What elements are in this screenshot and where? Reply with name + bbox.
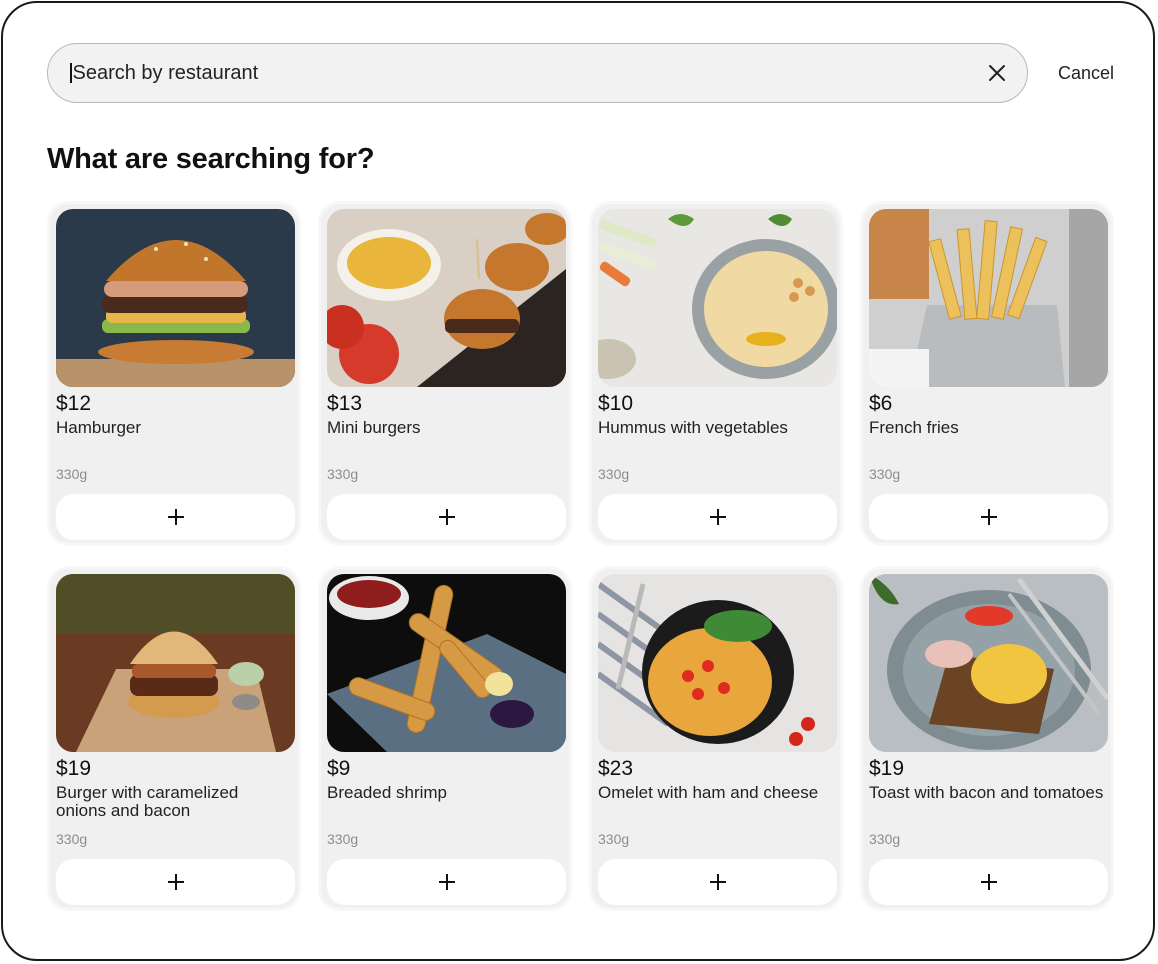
food-card[interactable]: $13 Mini burgers 330g	[318, 201, 572, 546]
item-weight: 330g	[598, 831, 630, 847]
add-to-cart-button[interactable]	[327, 494, 566, 540]
cancel-button[interactable]: Cancel	[1058, 63, 1114, 84]
plus-icon	[167, 509, 184, 525]
item-weight: 330g	[869, 466, 901, 482]
food-grid: $12 Hamburger 330g $13 Mini burgers 330g…	[47, 201, 1114, 911]
page-title: What are searching for?	[47, 143, 375, 175]
item-price: $19	[56, 757, 92, 780]
plus-icon	[709, 509, 726, 525]
item-price: $10	[598, 392, 634, 415]
food-photo-breaded-shrimp[interactable]	[327, 574, 566, 752]
plus-icon	[980, 509, 997, 525]
food-photo-omelet[interactable]	[598, 574, 837, 752]
item-name: Breaded shrimp	[327, 783, 448, 802]
item-weight: 330g	[327, 466, 359, 482]
item-weight: 330g	[598, 466, 630, 482]
food-photo-mini-burgers[interactable]	[327, 209, 566, 387]
plus-icon	[438, 874, 455, 890]
text-caret	[70, 63, 72, 83]
add-to-cart-button[interactable]	[56, 494, 295, 540]
plus-icon	[438, 509, 455, 525]
add-to-cart-button[interactable]	[598, 494, 837, 540]
plus-icon	[980, 874, 997, 890]
food-photo-toast[interactable]	[869, 574, 1108, 752]
food-photo-hamburger[interactable]	[56, 209, 295, 387]
item-name: French fries	[869, 418, 959, 437]
app-frame: Cancel What are searching for? $12 H	[1, 1, 1155, 961]
search-bar-row: Cancel	[47, 42, 1114, 104]
food-photo-caramelized-burger[interactable]	[56, 574, 295, 752]
item-weight: 330g	[56, 466, 88, 482]
food-card[interactable]: $19 Burger with caramelized onions and b…	[47, 566, 301, 911]
search-box[interactable]	[47, 43, 1028, 103]
add-to-cart-button[interactable]	[869, 494, 1108, 540]
search-input[interactable]	[72, 61, 983, 85]
item-price: $23	[598, 757, 634, 780]
item-name: Toast with bacon and tomatoes	[869, 783, 1104, 802]
food-card[interactable]: $12 Hamburger 330g	[47, 201, 301, 546]
plus-icon	[709, 874, 726, 890]
add-to-cart-button[interactable]	[56, 859, 295, 905]
plus-icon	[167, 874, 184, 890]
item-name: Omelet with ham and cheese	[598, 783, 819, 802]
item-price: $6	[869, 392, 893, 415]
food-card[interactable]: $9 Breaded shrimp 330g	[318, 566, 572, 911]
item-weight: 330g	[327, 831, 359, 847]
item-name: Burger with caramelized onions and bacon	[56, 783, 239, 820]
item-price: $9	[327, 757, 351, 780]
item-weight: 330g	[56, 831, 88, 847]
close-icon[interactable]	[983, 59, 1011, 87]
food-card[interactable]: $19 Toast with bacon and tomatoes 330g	[860, 566, 1114, 911]
item-price: $19	[869, 757, 905, 780]
item-price: $13	[327, 392, 363, 415]
add-to-cart-button[interactable]	[598, 859, 837, 905]
food-photo-hummus[interactable]	[598, 209, 837, 387]
item-price: $12	[56, 392, 92, 415]
item-weight: 330g	[869, 831, 901, 847]
food-card[interactable]: $23 Omelet with ham and cheese 330g	[589, 566, 843, 911]
item-name: Hummus with vegetables	[598, 418, 788, 437]
item-name: Hamburger	[56, 418, 142, 437]
food-photo-french-fries[interactable]	[869, 209, 1108, 387]
add-to-cart-button[interactable]	[869, 859, 1108, 905]
food-card[interactable]: $6 French fries 330g	[860, 201, 1114, 546]
add-to-cart-button[interactable]	[327, 859, 566, 905]
food-card[interactable]: $10 Hummus with vegetables 330g	[589, 201, 843, 546]
item-name: Mini burgers	[327, 418, 421, 437]
